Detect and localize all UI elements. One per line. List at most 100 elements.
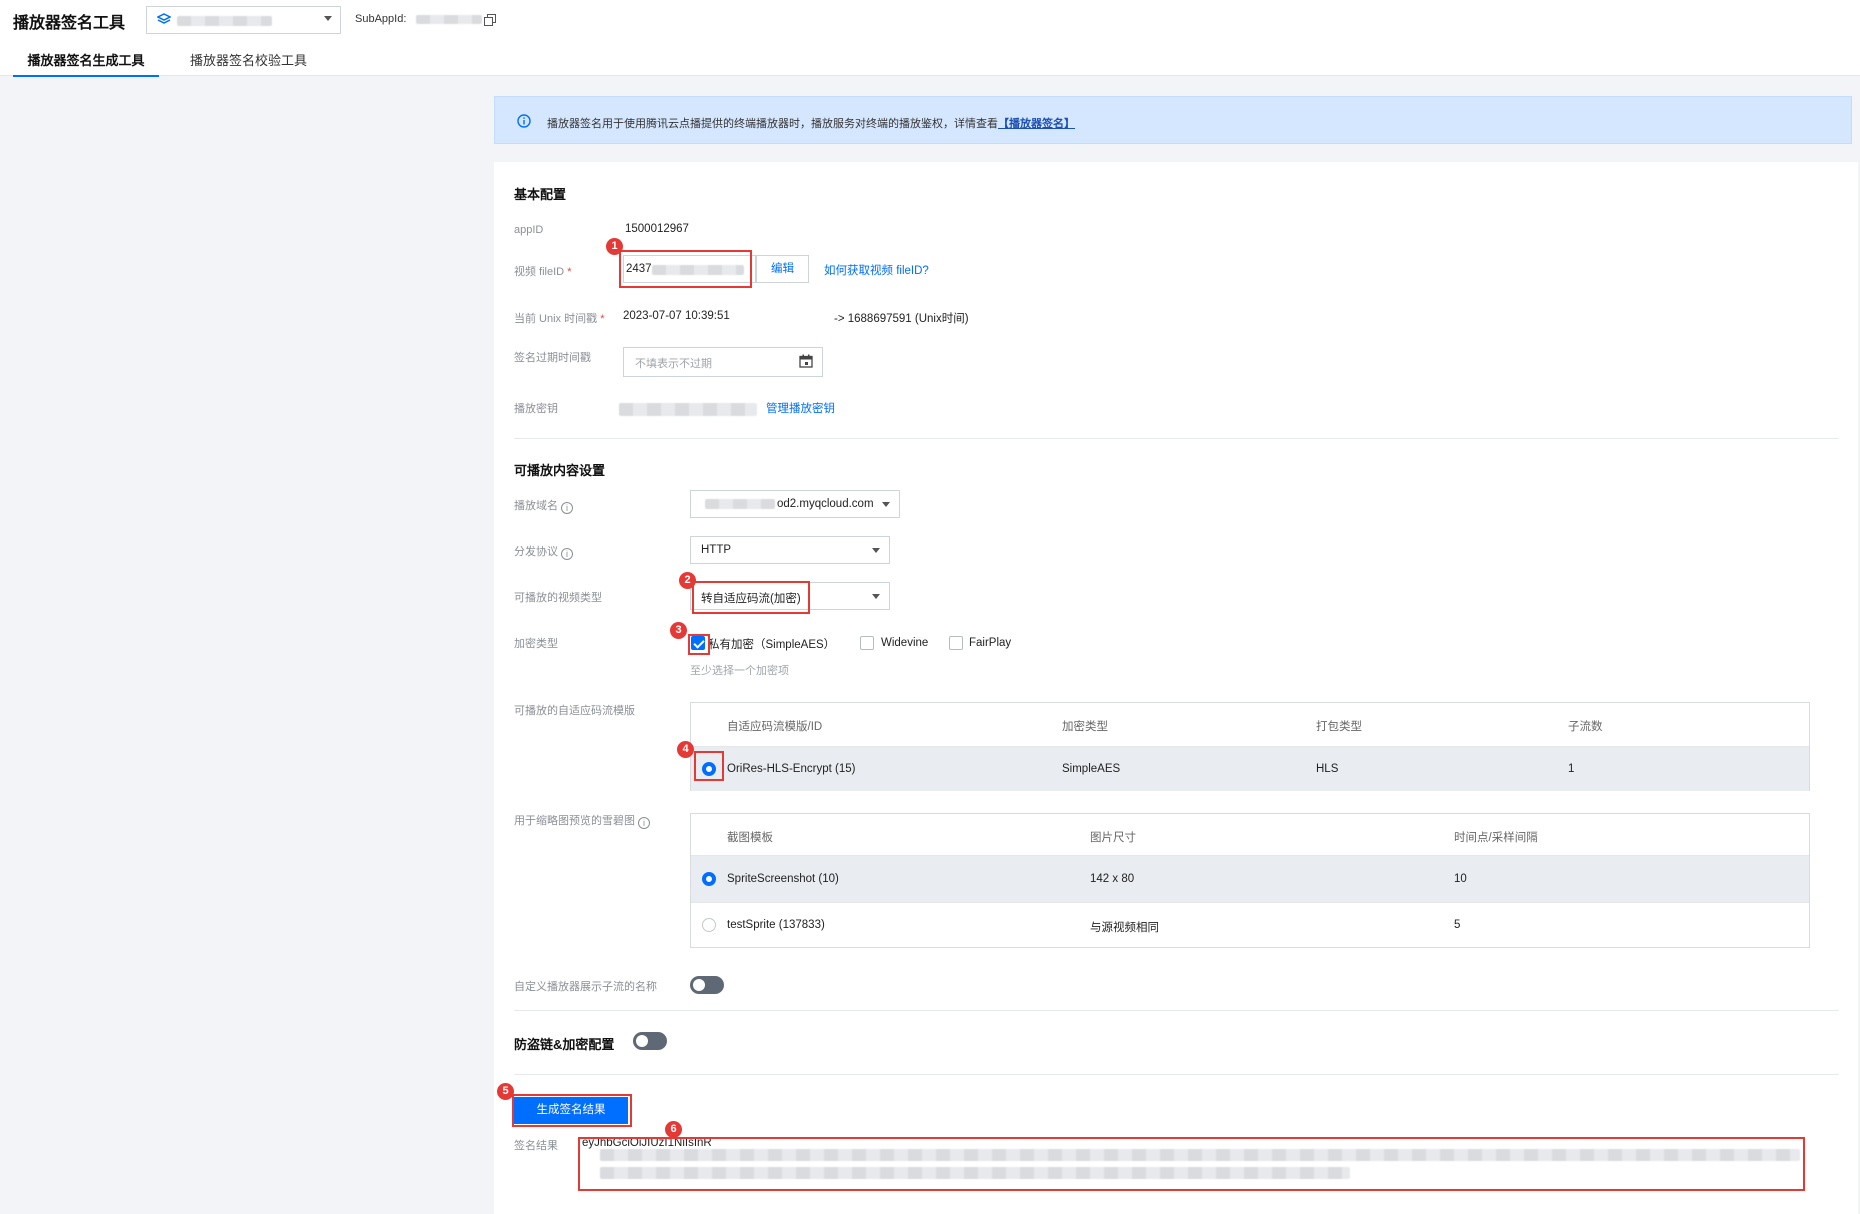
sprite-label: 用于缩略图预览的雪碧图 i	[514, 812, 650, 829]
step-badge-5: 5	[497, 1083, 514, 1100]
protocol-select[interactable]: HTTP	[690, 536, 890, 564]
app-title: 播放器签名工具	[13, 15, 126, 32]
sprite-size: 与源视频相同	[1090, 922, 1159, 934]
encrypt-simpleaes-label: 私有加密（SimpleAES）	[708, 639, 836, 651]
chevron-down-icon	[882, 502, 890, 507]
info-icon	[517, 114, 531, 128]
sprite-radio[interactable]	[702, 918, 716, 932]
banner-message: 播放器签名用于使用腾讯云点播提供的终端播放器时，播放服务对终端的播放鉴权，详情查…	[547, 118, 998, 130]
sprite-table: 截图模板 图片尺寸 时间点/采样间隔 SpriteScreenshot (10)…	[690, 813, 1810, 948]
player-signature-link[interactable]: 【播放器签名】	[998, 118, 1075, 130]
custom-name-label: 自定义播放器展示子流的名称	[514, 981, 657, 993]
calendar-icon	[799, 354, 813, 368]
unix-timestamp-label: 当前 Unix 时间戳 *	[514, 310, 604, 326]
table-header: 子流数	[1568, 721, 1603, 733]
fileid-help-link[interactable]: 如何获取视频 fileID?	[824, 262, 929, 278]
video-type-label: 可播放的视频类型	[514, 592, 602, 604]
info-banner: 播放器签名用于使用腾讯云点播提供的终端播放器时，播放服务对终端的播放鉴权，详情查…	[494, 96, 1852, 144]
top-bar: 播放器签名工具 SubAppId: 播放器签名生成工具 播放器签名校验工具	[0, 0, 1860, 77]
encrypt-hint: 至少选择一个加密项	[690, 665, 789, 677]
layers-icon	[157, 13, 171, 24]
sprite-radio[interactable]	[702, 872, 716, 886]
highlight-box-6	[578, 1137, 1805, 1191]
domain-label: 播放域名 i	[514, 497, 573, 514]
domain-select[interactable]: od2.myqcloud.com	[690, 490, 900, 518]
expire-placeholder: 不填表示不过期	[635, 358, 712, 370]
required-mark: *	[600, 313, 605, 325]
divider	[514, 1074, 1839, 1075]
template-table: 自适应码流模版/ID 加密类型 打包类型 子流数 OriRes-HLS-Encr…	[690, 702, 1810, 791]
encrypt-type-label: 加密类型	[514, 638, 558, 650]
table-row[interactable]: SpriteScreenshot (10) 142 x 80 10	[691, 855, 1809, 902]
help-icon[interactable]: i	[638, 817, 650, 829]
sprite-label-text: 用于缩略图预览的雪碧图	[514, 815, 635, 827]
table-header: 截图模板	[727, 832, 773, 844]
required-mark: *	[567, 266, 572, 278]
play-key-redacted	[619, 403, 757, 416]
manage-key-link[interactable]: 管理播放密钥	[766, 400, 835, 416]
divider	[514, 1010, 1839, 1011]
app-name-redacted	[177, 16, 272, 26]
table-header: 自适应码流模版/ID	[727, 721, 823, 733]
table-header: 加密类型	[1062, 721, 1108, 733]
template-encrypt: SimpleAES	[1062, 763, 1121, 775]
highlight-box-4	[694, 751, 724, 781]
playable-config-title: 可播放内容设置	[514, 463, 606, 478]
unix-datetime: 2023-07-07 10:39:51	[623, 310, 730, 322]
table-header: 时间点/采样间隔	[1454, 832, 1538, 844]
tab-sign-verify[interactable]: 播放器签名校验工具	[190, 50, 307, 75]
table-header: 图片尺寸	[1090, 832, 1136, 844]
config-card: 基本配置 appID 1500012967 视频 fileID * 2437 编…	[494, 162, 1858, 1214]
table-row[interactable]: testSprite (137833) 与源视频相同 5	[691, 902, 1809, 948]
chevron-down-icon	[324, 16, 332, 21]
help-icon[interactable]: i	[561, 548, 573, 560]
template-label: 可播放的自适应码流模版	[514, 705, 635, 717]
custom-name-toggle[interactable]	[690, 976, 724, 994]
sign-result-label: 签名结果	[514, 1140, 558, 1152]
fileid-label-text: 视频 fileID	[514, 266, 565, 278]
highlight-box-5	[512, 1094, 632, 1127]
unix-timestamp-value: -> 1688697591 (Unix时间)	[834, 313, 969, 325]
help-icon[interactable]: i	[561, 502, 573, 514]
fileid-label: 视频 fileID *	[514, 263, 571, 279]
expire-date-input[interactable]: 不填表示不过期	[623, 347, 823, 377]
appid-value: 1500012967	[625, 223, 689, 235]
protocol-label-text: 分发协议	[514, 546, 558, 558]
table-header: 打包类型	[1316, 721, 1362, 733]
sprite-name: SpriteScreenshot (10)	[727, 873, 839, 885]
sprite-name: testSprite (137833)	[727, 919, 825, 931]
domain-redacted	[705, 499, 775, 509]
sprite-interval: 5	[1454, 919, 1461, 931]
protocol-value: HTTP	[701, 544, 732, 556]
encrypt-fairplay-checkbox[interactable]	[949, 636, 963, 650]
copy-icon[interactable]	[484, 14, 496, 26]
encrypt-widevine-label: Widevine	[881, 637, 929, 649]
banner-text: 播放器签名用于使用腾讯云点播提供的终端播放器时，播放服务对终端的播放鉴权，详情查…	[547, 115, 1075, 131]
step-badge-3: 3	[670, 622, 687, 639]
sprite-size: 142 x 80	[1090, 873, 1135, 885]
subappid-redacted	[416, 15, 482, 24]
chevron-down-icon	[872, 594, 880, 599]
edit-button[interactable]: 编辑	[756, 255, 809, 283]
security-config-title: 防盗链&加密配置	[514, 1037, 615, 1052]
step-badge-4: 4	[677, 741, 694, 758]
chevron-down-icon	[872, 548, 880, 553]
step-badge-6: 6	[665, 1121, 682, 1138]
basic-config-title: 基本配置	[514, 187, 567, 202]
highlight-box-1	[619, 250, 752, 288]
subappid-label: SubAppId:	[355, 13, 407, 25]
expire-label: 签名过期时间戳	[514, 352, 591, 364]
app-selector[interactable]	[146, 6, 341, 34]
table-row[interactable]: OriRes-HLS-Encrypt (15) SimpleAES HLS 1	[691, 746, 1809, 791]
step-badge-2: 2	[679, 572, 696, 589]
template-streams: 1	[1568, 763, 1575, 775]
highlight-box-2	[692, 581, 810, 614]
protocol-label: 分发协议 i	[514, 543, 573, 560]
domain-value: od2.myqcloud.com	[777, 498, 874, 510]
play-key-label: 播放密钥	[514, 403, 558, 415]
encrypt-fairplay-label: FairPlay	[969, 637, 1012, 649]
tab-sign-generate[interactable]: 播放器签名生成工具	[13, 50, 159, 77]
encrypt-widevine-checkbox[interactable]	[860, 636, 874, 650]
template-name: OriRes-HLS-Encrypt (15)	[727, 763, 856, 775]
security-toggle[interactable]	[633, 1032, 667, 1050]
